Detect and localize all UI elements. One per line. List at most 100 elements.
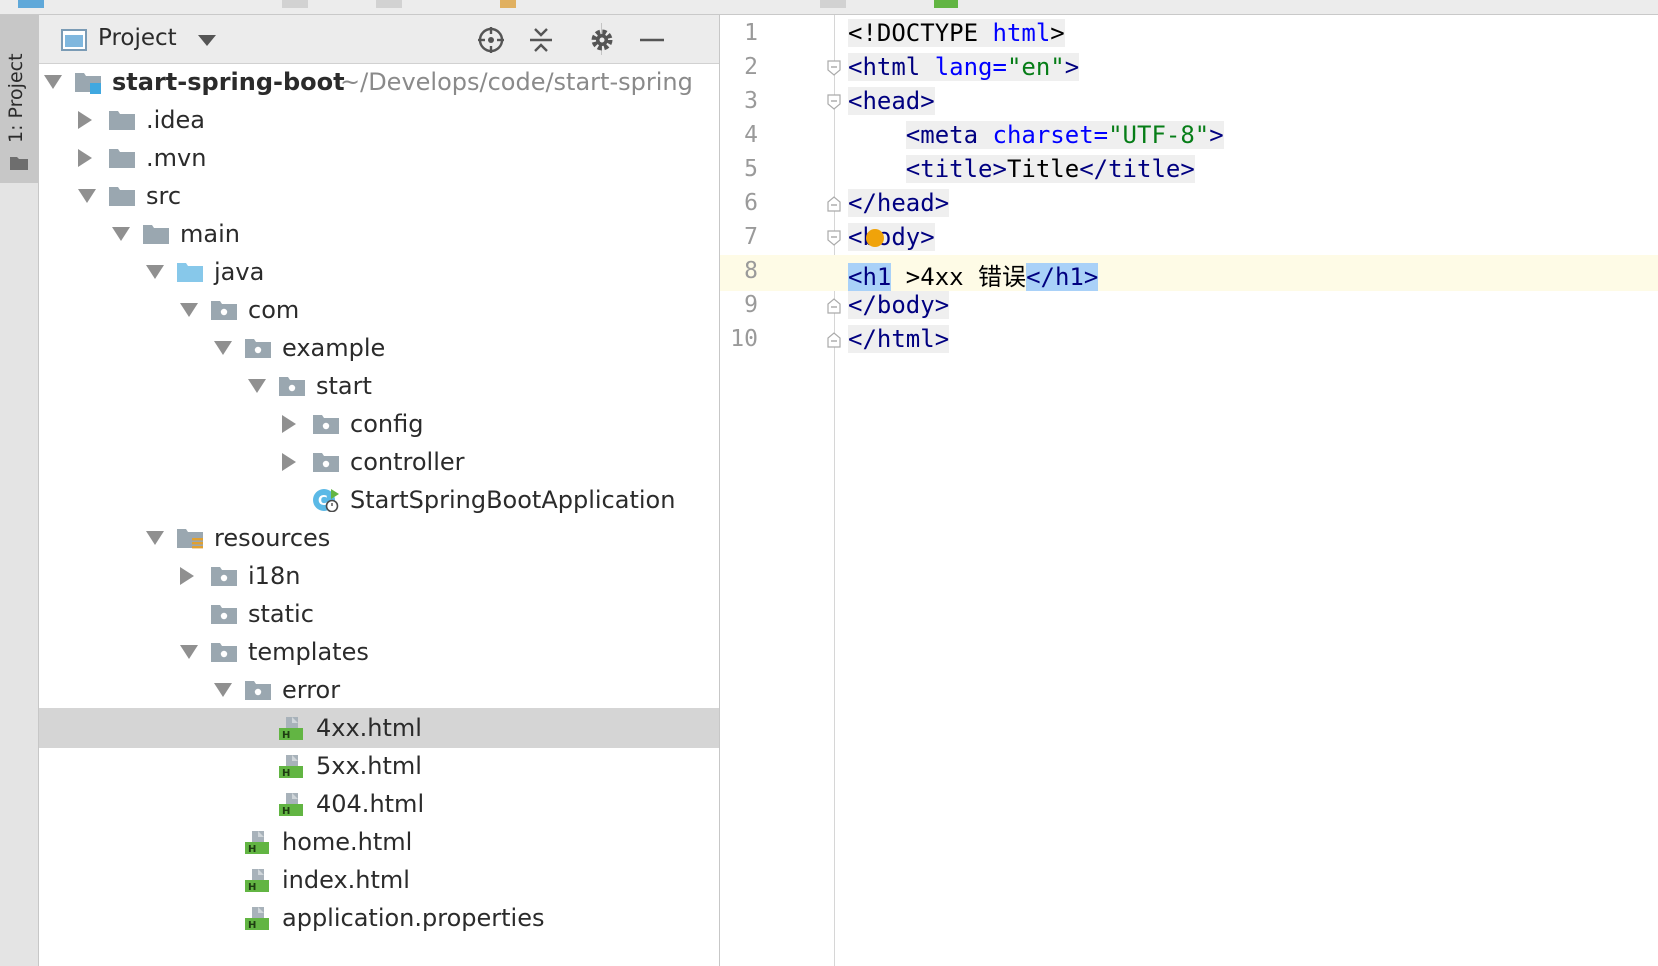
code-line[interactable]: 1 <!DOCTYPE html>: [720, 17, 1658, 53]
gear-icon[interactable]: [587, 25, 617, 55]
folder-icon: [820, 0, 846, 8]
tree-item[interactable]: Happlication.properties: [39, 898, 719, 938]
folder-icon: [109, 149, 135, 168]
code-token: <body>: [848, 223, 935, 251]
expand-arrow-icon[interactable]: [180, 645, 198, 659]
line-number: 7: [744, 224, 758, 250]
tree-item[interactable]: H 4xx.html: [39, 708, 719, 748]
code-text[interactable]: <!DOCTYPE html>: [848, 19, 1065, 47]
code-text[interactable]: <head>: [848, 87, 935, 115]
expand-arrow-icon[interactable]: [214, 683, 232, 697]
code-text[interactable]: <meta charset="UTF-8">: [848, 121, 1224, 149]
code-text[interactable]: </body>: [848, 291, 950, 319]
package-icon: [313, 415, 339, 434]
intention-bulb-icon[interactable]: [866, 229, 884, 247]
collapse-arrow-icon[interactable]: [78, 149, 92, 167]
tree-item[interactable]: src: [39, 176, 719, 216]
module-path: ~/Develops/code/start-spring: [340, 68, 693, 96]
tree-item[interactable]: example: [39, 328, 719, 368]
project-view-title[interactable]: Project: [98, 25, 177, 51]
expand-arrow-icon[interactable]: [112, 227, 130, 241]
tree-item[interactable]: .idea: [39, 100, 719, 140]
project-panel: Project start-spring-boot ~/Develops/code…: [39, 15, 720, 966]
collapse-all-icon[interactable]: [526, 25, 556, 55]
collapse-arrow-icon[interactable]: [282, 453, 296, 471]
expand-arrow-icon[interactable]: [214, 341, 232, 355]
code-text[interactable]: </head>: [848, 189, 950, 217]
tree-item[interactable]: Hhome.html: [39, 822, 719, 862]
tree-item[interactable]: C StartSpringBootApplication: [39, 480, 719, 520]
fold-close-icon[interactable]: [827, 196, 841, 212]
code-token: Title: [1006, 155, 1080, 183]
tree-item[interactable]: resources: [39, 518, 719, 558]
tree-item[interactable]: i18n: [39, 556, 719, 596]
tree-item[interactable]: error: [39, 670, 719, 710]
svg-text:H: H: [282, 768, 290, 778]
tool-window-stripe: 1: Project: [0, 15, 39, 966]
svg-text:H: H: [248, 920, 256, 930]
code-token: >: [1064, 53, 1080, 81]
code-line[interactable]: 7 <body>: [720, 221, 1658, 257]
spring-class-icon: C: [313, 489, 339, 512]
code-text[interactable]: </html>: [848, 325, 950, 353]
code-editor[interactable]: 1 <!DOCTYPE html> 2 <html lang="en"> 3 <head>…: [720, 15, 1658, 966]
tree-item[interactable]: controller: [39, 442, 719, 482]
expand-arrow-icon[interactable]: [44, 75, 62, 89]
code-line[interactable]: 8 <h1 >4xx 错误</h1>: [720, 255, 1658, 291]
collapse-arrow-icon[interactable]: [282, 415, 296, 433]
code-text[interactable]: <body>: [848, 223, 935, 251]
tree-item[interactable]: static: [39, 594, 719, 634]
code-line[interactable]: 9 </body>: [720, 289, 1658, 325]
code-token: </body>: [848, 291, 950, 319]
code-text[interactable]: <h1 >4xx 错误</h1>: [848, 257, 1099, 292]
tree-item[interactable]: com: [39, 290, 719, 330]
expand-arrow-icon[interactable]: [146, 531, 164, 545]
folder-icon: [143, 225, 169, 244]
code-text[interactable]: <html lang="en">: [848, 53, 1080, 81]
expand-arrow-icon[interactable]: [248, 379, 266, 393]
project-tool-button[interactable]: 1: Project: [0, 15, 38, 183]
tree-item[interactable]: start-spring-boot ~/Develops/code/start-s…: [39, 64, 719, 102]
expand-arrow-icon[interactable]: [78, 189, 96, 203]
collapse-arrow-icon[interactable]: [78, 111, 92, 129]
tree-item[interactable]: .mvn: [39, 138, 719, 178]
fold-open-icon[interactable]: [827, 94, 841, 110]
line-number: 10: [730, 326, 758, 352]
fold-open-icon[interactable]: [827, 60, 841, 76]
code-token: <head>: [848, 87, 935, 115]
fold-close-icon[interactable]: [827, 298, 841, 314]
code-token: charset=: [992, 121, 1109, 149]
code-line[interactable]: 4 <meta charset="UTF-8">: [720, 119, 1658, 155]
tree-item[interactable]: java: [39, 252, 719, 292]
fold-close-icon[interactable]: [827, 332, 841, 348]
code-line[interactable]: 6 </head>: [720, 187, 1658, 223]
minimize-icon[interactable]: [637, 25, 667, 55]
expand-arrow-icon[interactable]: [180, 303, 198, 317]
locate-icon[interactable]: [476, 25, 506, 55]
code-area[interactable]: 1 <!DOCTYPE html> 2 <html lang="en"> 3 <head>…: [720, 15, 1658, 966]
tree-item[interactable]: templates: [39, 632, 719, 672]
tree-item[interactable]: H 5xx.html: [39, 746, 719, 786]
code-line[interactable]: 3 <head>: [720, 85, 1658, 121]
tree-item[interactable]: H 404.html: [39, 784, 719, 824]
fold-open-icon[interactable]: [827, 230, 841, 246]
code-line[interactable]: 10 </html>: [720, 323, 1658, 359]
code-token: html: [992, 19, 1051, 47]
tree-item-label: templates: [248, 638, 369, 666]
code-text[interactable]: <title>Title</title>: [848, 155, 1195, 183]
tree-item[interactable]: start: [39, 366, 719, 406]
chevron-down-icon[interactable]: [198, 35, 216, 46]
package-icon: [211, 567, 237, 586]
code-token: </html>: [848, 325, 950, 353]
navigation-bar: [0, 0, 1658, 15]
code-line[interactable]: 5 <title>Title</title>: [720, 153, 1658, 189]
tree-item[interactable]: main: [39, 214, 719, 254]
expand-arrow-icon[interactable]: [146, 265, 164, 279]
line-number: 5: [744, 156, 758, 182]
tree-item[interactable]: Hindex.html: [39, 860, 719, 900]
tree-item[interactable]: config: [39, 404, 719, 444]
code-line[interactable]: 2 <html lang="en">: [720, 51, 1658, 87]
resources-folder-icon: [500, 0, 516, 8]
code-token: >4xx 错误: [891, 263, 1027, 291]
collapse-arrow-icon[interactable]: [180, 567, 194, 585]
